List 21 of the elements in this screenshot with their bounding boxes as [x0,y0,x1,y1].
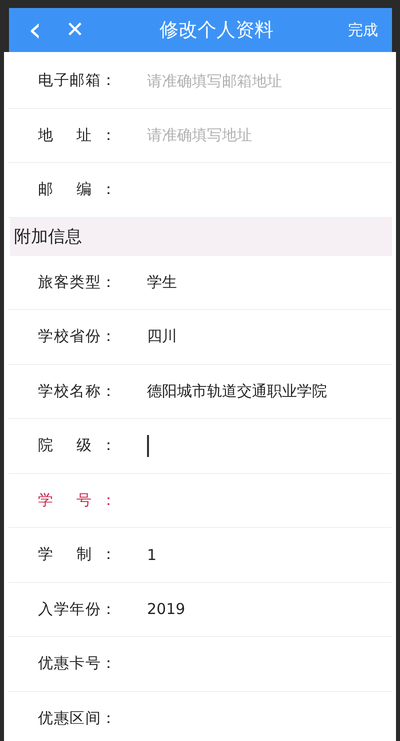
field-label: 学校省份： [38,327,116,346]
field-label: 学 制： [38,545,116,564]
field-label: 入学年份： [38,600,116,619]
field-label: 学校名称： [38,382,116,401]
field-label: 邮 编： [38,180,116,200]
field-label: 学 号： [38,490,116,510]
input-field[interactable]: 学生 [147,273,392,292]
field-label: 院 级： [38,436,116,456]
page-title: 修改个人资料 [158,18,274,43]
field-label: 旅客类型： [38,272,116,292]
input-field[interactable]: 请准确填写地址 [147,126,392,144]
input-field[interactable]: 德阳城市轨道交通职业学院 [147,382,392,400]
section-title: 附加信息 [14,226,82,248]
field-label: 优惠卡号： [38,654,116,674]
input-field[interactable]: 请准确填写邮箱地址 [147,72,392,90]
field-label: 优惠区间： [38,708,116,728]
field-label: 电子邮箱： [38,71,116,90]
input-field[interactable]: 1 [147,546,392,564]
input-field[interactable]: 2019 [147,600,392,618]
input-field[interactable]: 四川 [147,328,392,346]
field-label: 地 址： [38,126,116,145]
